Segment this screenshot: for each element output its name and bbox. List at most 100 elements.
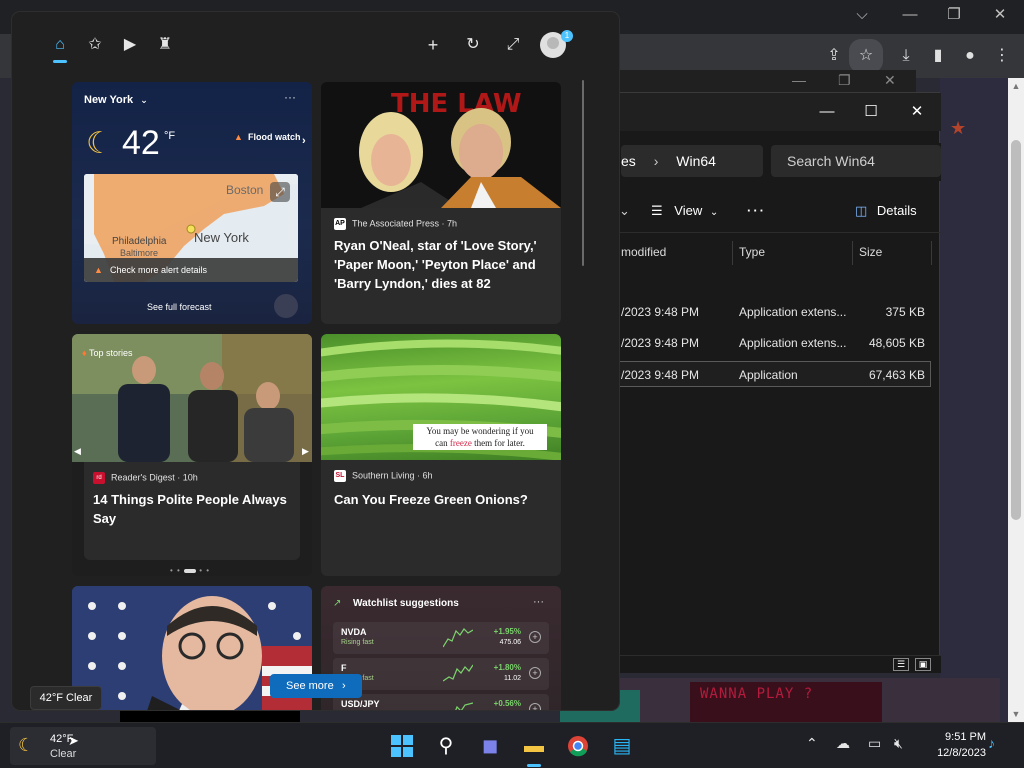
share-icon[interactable]: ⇪ (822, 44, 846, 68)
explorer-maximize-button[interactable]: ☐ (851, 99, 891, 125)
view-button[interactable]: ☰ View ⌄ (651, 203, 718, 219)
search-icon[interactable]: ⚲ (430, 730, 462, 762)
see-full-forecast-button[interactable]: See full forecast (147, 302, 212, 312)
stock-price: 11.02 (504, 675, 521, 682)
add-stock-icon[interactable]: + (529, 631, 541, 643)
download-icon[interactable]: ⤓ (894, 44, 918, 68)
play-icon[interactable]: ▶ (119, 34, 141, 56)
more-options-icon[interactable]: ··· (533, 596, 544, 608)
file-type: Application extens... (739, 305, 847, 319)
weather-card[interactable]: New York ⌄ ··· ☾ 42 °F ▲ Flood watch › B… (72, 82, 312, 324)
display-icon[interactable]: ▭ (868, 735, 881, 752)
scrollbar-thumb[interactable] (1011, 140, 1021, 520)
chrome-tab-search-icon[interactable]: ⌵ (842, 3, 882, 27)
teams-chat-icon[interactable]: ◼ (474, 730, 506, 762)
details-button[interactable]: ◫ Details (855, 203, 917, 219)
volume-muted-icon[interactable]: 🔇︎ (894, 735, 903, 752)
chevron-down-icon: ⌄ (709, 207, 719, 218)
notepad-icon[interactable]: ▤ (606, 730, 638, 762)
game-icon[interactable]: ♜ (154, 34, 176, 56)
background-window-titlebar: — ❐ ✕ (620, 70, 916, 92)
column-modified[interactable]: modified (621, 245, 666, 259)
clock[interactable]: 9:51 PM 12/8/2023 (920, 729, 986, 761)
carousel-dots[interactable]: • • • • (170, 566, 210, 575)
carousel-prev-icon[interactable]: ◀ (74, 446, 81, 457)
scroll-down-icon[interactable]: ▼ (1008, 706, 1024, 722)
story-text-panel[interactable]: rd Reader's Digest · 10h 14 Things Polite… (84, 462, 300, 560)
more-options-icon[interactable]: ··· (747, 203, 766, 218)
details-view-icon[interactable]: ☰ (893, 658, 909, 671)
news-image: You may be wondering if you can freeze t… (321, 334, 561, 460)
svg-text:Philadelphia: Philadelphia (112, 236, 167, 247)
chrome-restore-button[interactable]: ❐ (934, 3, 974, 27)
scroll-up-icon[interactable]: ▲ (1008, 78, 1024, 94)
alert-details-link[interactable]: ▲ Check more alert details (84, 258, 298, 282)
chrome-logo-icon (568, 736, 588, 757)
stock-price: 475.06 (499, 639, 521, 646)
plus-icon[interactable]: + (422, 34, 444, 56)
news-headline[interactable]: Can You Freeze Green Onions? (334, 490, 548, 509)
dropdown-chevron-icon[interactable]: ⌄ (619, 203, 630, 219)
news-headline[interactable]: 14 Things Polite People Always Say (93, 490, 293, 528)
add-stock-icon[interactable]: + (529, 703, 541, 710)
news-headline[interactable]: Ryan O'Neal, star of 'Love Story,' 'Pape… (334, 236, 548, 293)
bookmark-star-icon[interactable]: ☆ (849, 39, 883, 73)
widgets-scrollbar[interactable] (582, 80, 584, 266)
more-options-icon[interactable]: ··· (284, 90, 296, 104)
top-stories-card[interactable]: ♦ Top stories ◀ ▶ rd Reader's Digest · 10… (72, 334, 312, 576)
weather-map[interactable]: Boston New York Philadelphia Baltimore ▲… (84, 174, 298, 282)
start-button[interactable] (386, 730, 418, 762)
add-stock-icon[interactable]: + (529, 667, 541, 679)
chrome-minimize-button[interactable]: — (890, 3, 930, 27)
file-row[interactable]: /2023 9:48 PM Application extens... 48,6… (601, 330, 931, 356)
profile-icon[interactable]: ● (958, 44, 982, 68)
column-type[interactable]: Type (739, 245, 765, 259)
star-plus-icon[interactable]: ✩ (84, 34, 106, 56)
home-icon[interactable]: ⌂ (49, 34, 71, 56)
chrome-vertical-scrollbar[interactable]: ▲ ▼ (1008, 78, 1024, 722)
moon-icon: ☾ (86, 127, 113, 160)
explorer-minimize-button[interactable]: — (807, 99, 847, 125)
breadcrumb[interactable]: es › Win64 (621, 145, 763, 177)
show-hidden-icons-icon[interactable]: ⌃ (806, 735, 818, 752)
news-card[interactable]: You may be wondering if you can freeze t… (321, 334, 561, 576)
stock-row[interactable]: NVDA Rising fast +1.95% 475.06 + (333, 622, 549, 654)
weather-temperature: 42 (122, 124, 160, 162)
news-card[interactable]: THE LAW AP The Associated Press · 7h Ryan… (321, 82, 561, 324)
see-more-button[interactable]: See more › (270, 674, 362, 698)
chrome-menu-icon[interactable]: ⋮ (990, 44, 1014, 68)
column-size[interactable]: Size (859, 245, 882, 259)
notification-bell-icon[interactable]: ♪ (988, 735, 995, 751)
file-date: /2023 9:48 PM (621, 368, 700, 382)
taskbar: ☾ 42°F Clear ➤ ⚲ ◼ ▬ ▤ ⌃ ☁ ▭ 🔇︎ 9:51 PM … (0, 722, 1024, 768)
weather-location[interactable]: New York ⌄ (84, 94, 148, 106)
weather-extra-icon[interactable] (274, 294, 298, 318)
search-input[interactable]: Search Win64 (771, 145, 941, 177)
expand-map-icon[interactable]: ⤢ (270, 182, 290, 202)
stock-change: +1.95% (493, 627, 521, 636)
stock-row[interactable]: USD/JPY +0.56% + (333, 694, 549, 710)
file-size: 375 KB (885, 305, 925, 319)
stock-sparkline (443, 664, 473, 682)
explorer-close-button[interactable]: ✕ (897, 99, 937, 125)
flood-alert[interactable]: ▲ Flood watch › (234, 132, 308, 147)
chevron-right-icon: › (342, 680, 346, 692)
news-source[interactable]: AP The Associated Press · 7h (334, 218, 457, 230)
carousel-next-icon[interactable]: ▶ (302, 446, 309, 457)
chrome-close-button[interactable]: ✕ (980, 3, 1020, 27)
news-source[interactable]: SL Southern Living · 6h (334, 470, 433, 482)
chrome-icon[interactable] (562, 730, 594, 762)
breadcrumb-current[interactable]: Win64 (676, 153, 716, 169)
news-source[interactable]: rd Reader's Digest · 10h (93, 472, 198, 484)
taskbar-weather-button[interactable]: ☾ 42°F Clear ➤ (10, 727, 156, 765)
file-row-selected[interactable]: /2023 9:48 PM Application 67,463 KB (601, 361, 931, 387)
refresh-icon[interactable]: ↻ (462, 34, 484, 56)
side-panel-icon[interactable]: ▮ (926, 44, 950, 68)
expand-icon[interactable]: ⤢ (502, 34, 524, 56)
file-explorer-icon[interactable]: ▬ (518, 730, 550, 767)
onedrive-icon[interactable]: ☁ (836, 735, 850, 752)
breadcrumb-partial[interactable]: es (621, 153, 636, 169)
tiles-view-icon[interactable]: ▣ (915, 658, 931, 671)
stock-row[interactable]: F Rising fast +1.80% 11.02 + (333, 658, 549, 690)
file-row[interactable]: /2023 9:48 PM Application extens... 375 … (601, 299, 931, 325)
